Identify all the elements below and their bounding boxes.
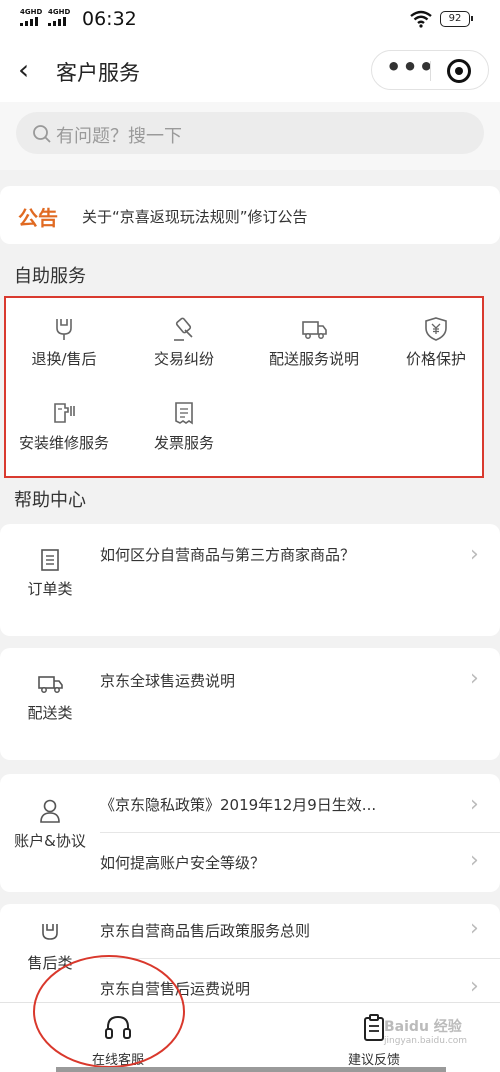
mini-program-capsule: ••• (371, 50, 489, 90)
chevron-right-icon: › (470, 542, 479, 567)
tab-label: 建议反馈 (347, 1053, 400, 1068)
signal-bars-icon (20, 17, 42, 26)
help-category-delivery[interactable]: 配送类 (2, 672, 98, 723)
gavel-icon (174, 317, 193, 341)
person-icon (40, 799, 60, 823)
self-service-title: 自助服务 (14, 266, 86, 287)
yen-shield-icon (425, 317, 447, 341)
service-label: 发票服务 (153, 434, 214, 452)
capsule-divider (430, 61, 431, 81)
page-title: 客户服务 (56, 61, 140, 85)
chevron-right-icon: › (470, 916, 479, 941)
clock: 06:32 (82, 8, 137, 30)
signal-label-2: 4GHD (48, 8, 71, 16)
question-item[interactable]: 京东全球售运费说明 (100, 670, 235, 691)
home-indicator (56, 1067, 446, 1072)
notice-banner[interactable]: 公告 关于“京喜返现玩法规则”修订公告 (0, 186, 500, 244)
self-service-panel: 退换/售后 交易纠纷 配送服务说明 价格保护 安装维修服务 发票服务 (4, 296, 484, 478)
question-item[interactable]: 如何区分自营商品与第三方商家商品？ (100, 544, 355, 565)
divider (100, 832, 500, 833)
service-label: 价格保护 (405, 350, 466, 368)
category-label: 账户&协议 (14, 832, 86, 850)
battery-icon: 92 (440, 11, 473, 27)
signal-bars-icon (48, 17, 70, 26)
chevron-right-icon: › (470, 792, 479, 817)
highlight-circle (33, 955, 185, 1068)
target-icon[interactable] (447, 59, 471, 83)
signal-indicator: 4GHD (20, 9, 42, 26)
search-area: 有问题？搜一下 (0, 102, 500, 170)
nav-bar: ‹ 客户服务 ••• (0, 40, 500, 102)
divider (100, 958, 500, 959)
chevron-right-icon: › (470, 974, 479, 999)
signal-indicator-2: 4GHD (48, 9, 70, 26)
help-center-title: 帮助中心 (14, 490, 86, 511)
help-card-delivery: 配送类 京东全球售运费说明 › (0, 648, 500, 760)
document-icon (41, 549, 59, 571)
chevron-right-icon: › (470, 848, 479, 873)
category-label: 配送类 (27, 704, 73, 722)
truck-icon (302, 321, 327, 339)
truck-icon (38, 676, 63, 693)
more-dots-icon[interactable]: ••• (386, 55, 434, 79)
service-return[interactable]: 退换/售后 (4, 316, 124, 369)
status-bar: 4GHD 4GHD 06:32 92 (0, 0, 500, 40)
service-dispute[interactable]: 交易纠纷 (124, 316, 244, 369)
category-label: 订单类 (27, 580, 73, 598)
service-label: 退换/售后 (31, 350, 97, 368)
service-invoice[interactable]: 发票服务 (124, 400, 244, 453)
watermark-brand: Baidu 经验 (384, 1019, 462, 1035)
wrench-icon (56, 319, 72, 340)
service-price-protect[interactable]: 价格保护 (376, 316, 496, 369)
invoice-icon (175, 402, 193, 425)
help-category-account[interactable]: 账户&协议 (2, 798, 98, 851)
service-install[interactable]: 安装维修服务 (4, 400, 124, 453)
service-delivery[interactable]: 配送服务说明 (254, 316, 374, 369)
notice-tag: 公告 (18, 206, 58, 230)
chevron-right-icon: › (470, 666, 479, 691)
help-card-order: 订单类 如何区分自营商品与第三方商家商品？ › (0, 524, 500, 636)
wifi-icon (410, 10, 432, 28)
watermark-logo: Baidu 经验 jingyan.baidu.com (384, 1016, 467, 1046)
watermark-site: jingyan.baidu.com (384, 1036, 468, 1046)
notice-text[interactable]: 关于“京喜返现玩法规则”修订公告 (82, 206, 308, 227)
help-card-account: 账户&协议 《京东隐私政策》2019年12月9日生效... › 如何提高账户安全… (0, 774, 500, 892)
question-item[interactable]: 如何提高账户安全等级？ (100, 852, 265, 873)
service-label: 配送服务说明 (268, 350, 359, 368)
wrench-icon (42, 924, 58, 940)
question-item[interactable]: 《京东隐私政策》2019年12月9日生效... (100, 794, 376, 815)
search-input[interactable]: 有问题？搜一下 (16, 112, 484, 154)
service-label: 安装维修服务 (18, 434, 109, 452)
search-placeholder: 有问题？搜一下 (56, 126, 182, 147)
search-icon (33, 125, 51, 143)
help-category-order[interactable]: 订单类 (2, 548, 98, 599)
chevron-left-icon[interactable]: ‹ (18, 56, 29, 84)
install-icon (54, 403, 75, 423)
question-item[interactable]: 京东自营商品售后政策服务总则 (100, 920, 310, 941)
service-label: 交易纠纷 (153, 350, 214, 368)
signal-label: 4GHD (20, 8, 43, 16)
